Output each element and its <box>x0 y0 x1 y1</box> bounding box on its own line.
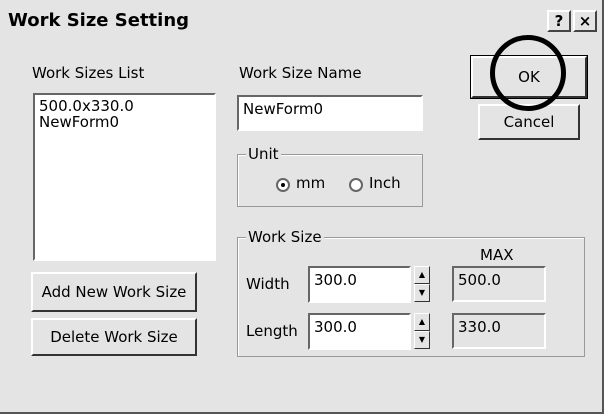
help-button[interactable]: ? <box>547 10 571 32</box>
unit-legend: Unit <box>246 145 281 163</box>
work-size-name-label: Work Size Name <box>239 64 362 82</box>
length-down-arrow-icon[interactable]: ▼ <box>414 331 430 349</box>
length-input[interactable]: 300.0 <box>308 313 411 350</box>
add-new-work-size-button[interactable]: Add New Work Size <box>31 272 197 312</box>
length-spinner[interactable]: ▲ ▼ <box>414 313 430 349</box>
unit-inch-label[interactable]: Inch <box>369 174 401 192</box>
width-up-arrow-icon[interactable]: ▲ <box>414 266 430 284</box>
width-input[interactable]: 300.0 <box>308 266 411 303</box>
length-label: Length <box>246 322 298 340</box>
work-sizes-listbox[interactable]: 500.0x330.0 NewForm0 <box>33 93 216 261</box>
dialog-title: Work Size Setting <box>8 10 190 31</box>
width-spinner[interactable]: ▲ ▼ <box>414 266 430 302</box>
length-value: 300.0 <box>314 318 357 336</box>
unit-mm-radio[interactable] <box>276 178 290 192</box>
work-size-dialog: Work Size Setting ? × Work Sizes List 50… <box>0 0 604 414</box>
width-max-value: 500.0 <box>458 271 501 289</box>
work-sizes-list-label: Work Sizes List <box>32 64 145 82</box>
list-items: 500.0x330.0 NewForm0 <box>39 98 134 130</box>
delete-work-size-button[interactable]: Delete Work Size <box>31 318 197 356</box>
length-max-field: 330.0 <box>452 313 546 349</box>
width-label: Width <box>246 275 290 293</box>
unit-group: Unit mm Inch <box>237 145 423 207</box>
work-size-legend: Work Size <box>246 228 324 246</box>
max-label: MAX <box>480 246 514 264</box>
unit-inch-radio[interactable] <box>349 178 363 192</box>
ok-button[interactable]: OK <box>470 55 588 99</box>
width-value: 300.0 <box>314 271 357 289</box>
length-max-value: 330.0 <box>458 318 501 336</box>
work-size-name-value: NewForm0 <box>243 100 324 118</box>
work-size-group: Work Size MAX Width 300.0 ▲ ▼ 500.0 Leng… <box>237 228 585 357</box>
list-item[interactable]: 500.0x330.0 <box>39 98 134 114</box>
close-button[interactable]: × <box>573 10 597 32</box>
list-item[interactable]: NewForm0 <box>39 114 134 130</box>
title-bar: Work Size Setting ? × <box>0 0 604 40</box>
width-down-arrow-icon[interactable]: ▼ <box>414 284 430 302</box>
width-max-field: 500.0 <box>452 266 546 302</box>
cancel-button[interactable]: Cancel <box>478 104 580 140</box>
length-up-arrow-icon[interactable]: ▲ <box>414 313 430 331</box>
work-size-name-input[interactable]: NewForm0 <box>237 95 423 131</box>
unit-mm-label[interactable]: mm <box>296 174 325 192</box>
